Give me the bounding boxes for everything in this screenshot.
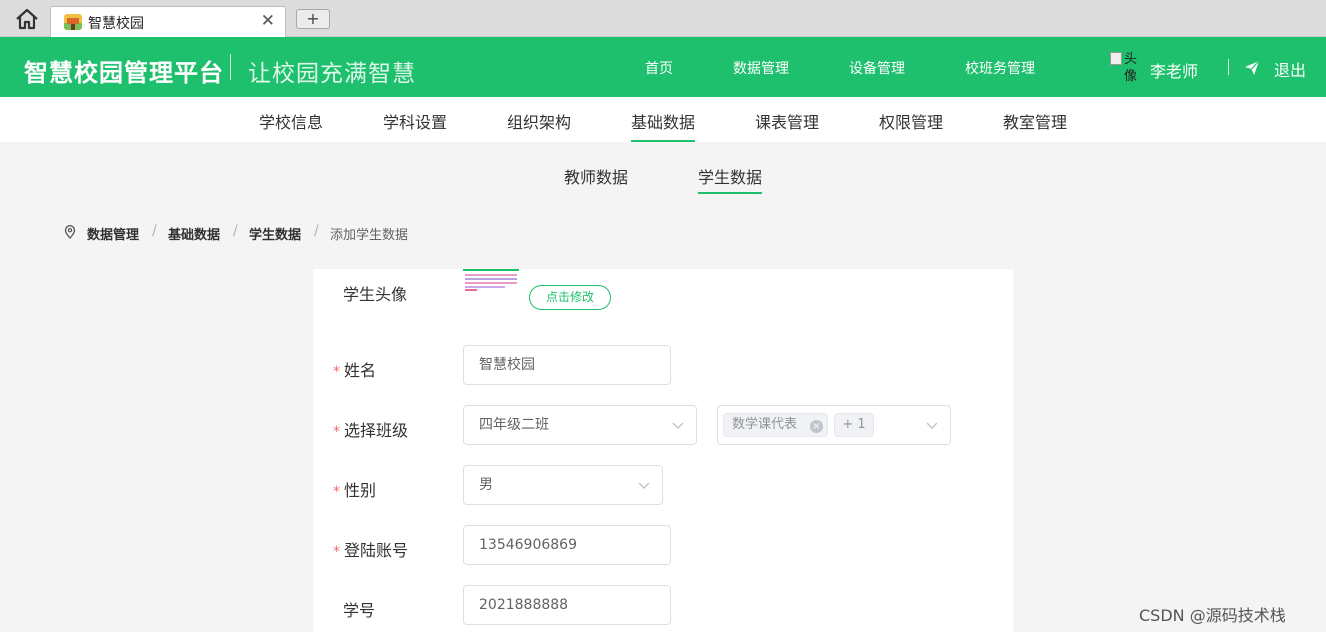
breadcrumb-student-data[interactable]: 学生数据 bbox=[249, 224, 301, 243]
name-input[interactable]: 智慧校园 bbox=[463, 345, 671, 385]
student-form: 学生头像 点击修改 * 姓名 智慧校园 * 选择班级 四年级二班 数学课代表 × +… bbox=[313, 269, 1013, 632]
send-icon bbox=[1245, 60, 1260, 75]
gender-select-value: 男 bbox=[479, 477, 493, 493]
student-avatar-image bbox=[463, 269, 519, 293]
nav-data-management[interactable]: 数据管理 bbox=[733, 58, 789, 78]
name-label: * 姓名 bbox=[333, 361, 377, 380]
student-no-input[interactable]: 2021888888 bbox=[463, 585, 671, 625]
subnav-organization[interactable]: 组织架构 bbox=[507, 109, 571, 133]
campus-favicon-icon bbox=[64, 14, 82, 30]
new-tab-button[interactable]: + bbox=[296, 9, 330, 29]
nav-device-management[interactable]: 设备管理 bbox=[849, 58, 905, 78]
browser-toolbar: 智慧校园 ✕ + bbox=[0, 0, 1326, 37]
breadcrumb-current: 添加学生数据 bbox=[330, 228, 409, 243]
brand-title: 智慧校园管理平台 bbox=[24, 59, 224, 87]
brand-slogan: 让校园充满智慧 bbox=[248, 61, 416, 87]
location-pin-icon bbox=[64, 225, 76, 239]
breadcrumb-separator: / bbox=[314, 223, 319, 239]
class-select-value: 四年级二班 bbox=[479, 417, 549, 433]
tab-teacher-data[interactable]: 教师数据 bbox=[564, 164, 628, 188]
avatar-label: 学生头像 bbox=[343, 285, 408, 304]
subnav-subject-settings[interactable]: 学科设置 bbox=[383, 109, 447, 133]
chevron-down-icon bbox=[638, 482, 650, 489]
role-tag: 数学课代表 × bbox=[723, 413, 828, 437]
user-name: 李老师 bbox=[1150, 62, 1199, 81]
brand-divider bbox=[230, 54, 231, 80]
student-no-label: 学号 bbox=[343, 601, 376, 620]
breadcrumb-basic-data[interactable]: 基础数据 bbox=[168, 224, 220, 243]
tab-student-data[interactable]: 学生数据 bbox=[698, 164, 763, 194]
nav-class-affairs[interactable]: 校班务管理 bbox=[965, 58, 1035, 78]
subnav-permissions[interactable]: 权限管理 bbox=[879, 109, 943, 133]
edit-avatar-button[interactable]: 点击修改 bbox=[529, 285, 611, 310]
account-input[interactable]: 13546906869 bbox=[463, 525, 671, 565]
role-multiselect[interactable]: 数学课代表 × + 1 bbox=[717, 405, 951, 445]
role-more-tag: + 1 bbox=[834, 413, 874, 437]
breadcrumb-data-management[interactable]: 数据管理 bbox=[87, 224, 139, 243]
avatar[interactable]: 头像 bbox=[1110, 51, 1140, 85]
tag-close-icon[interactable]: × bbox=[810, 420, 823, 433]
subnav-classrooms[interactable]: 教室管理 bbox=[1003, 109, 1067, 133]
breadcrumb-separator: / bbox=[152, 223, 157, 239]
watermark: CSDN @源码技术栈 bbox=[1139, 606, 1286, 625]
class-select[interactable]: 四年级二班 bbox=[463, 405, 697, 445]
chevron-down-icon bbox=[926, 422, 938, 429]
subnav-timetable[interactable]: 课表管理 bbox=[755, 109, 819, 133]
breadcrumb-separator: / bbox=[233, 223, 238, 239]
tab-title: 智慧校园 bbox=[88, 16, 144, 32]
logout-label: 退出 bbox=[1274, 61, 1307, 80]
account-label: * 登陆账号 bbox=[333, 541, 409, 560]
gender-label: * 性别 bbox=[333, 481, 377, 500]
header-divider bbox=[1228, 59, 1229, 75]
browser-tab[interactable]: 智慧校园 ✕ bbox=[50, 6, 286, 37]
subnav-basic-data[interactable]: 基础数据 bbox=[631, 109, 696, 142]
class-label: * 选择班级 bbox=[333, 421, 409, 440]
nav-home[interactable]: 首页 bbox=[645, 58, 673, 78]
broken-image-icon bbox=[1110, 52, 1122, 65]
close-icon[interactable]: ✕ bbox=[261, 11, 275, 31]
subnav-school-info[interactable]: 学校信息 bbox=[259, 109, 323, 133]
chevron-down-icon bbox=[672, 422, 684, 429]
gender-select[interactable]: 男 bbox=[463, 465, 663, 505]
top-header: 智慧校园管理平台 让校园充满智慧 首页 数据管理 设备管理 校班务管理 头像 李… bbox=[0, 37, 1326, 97]
home-icon[interactable] bbox=[14, 7, 40, 31]
sub-navigation: 学校信息 学科设置 组织架构 基础数据 课表管理 权限管理 教室管理 bbox=[0, 97, 1326, 142]
